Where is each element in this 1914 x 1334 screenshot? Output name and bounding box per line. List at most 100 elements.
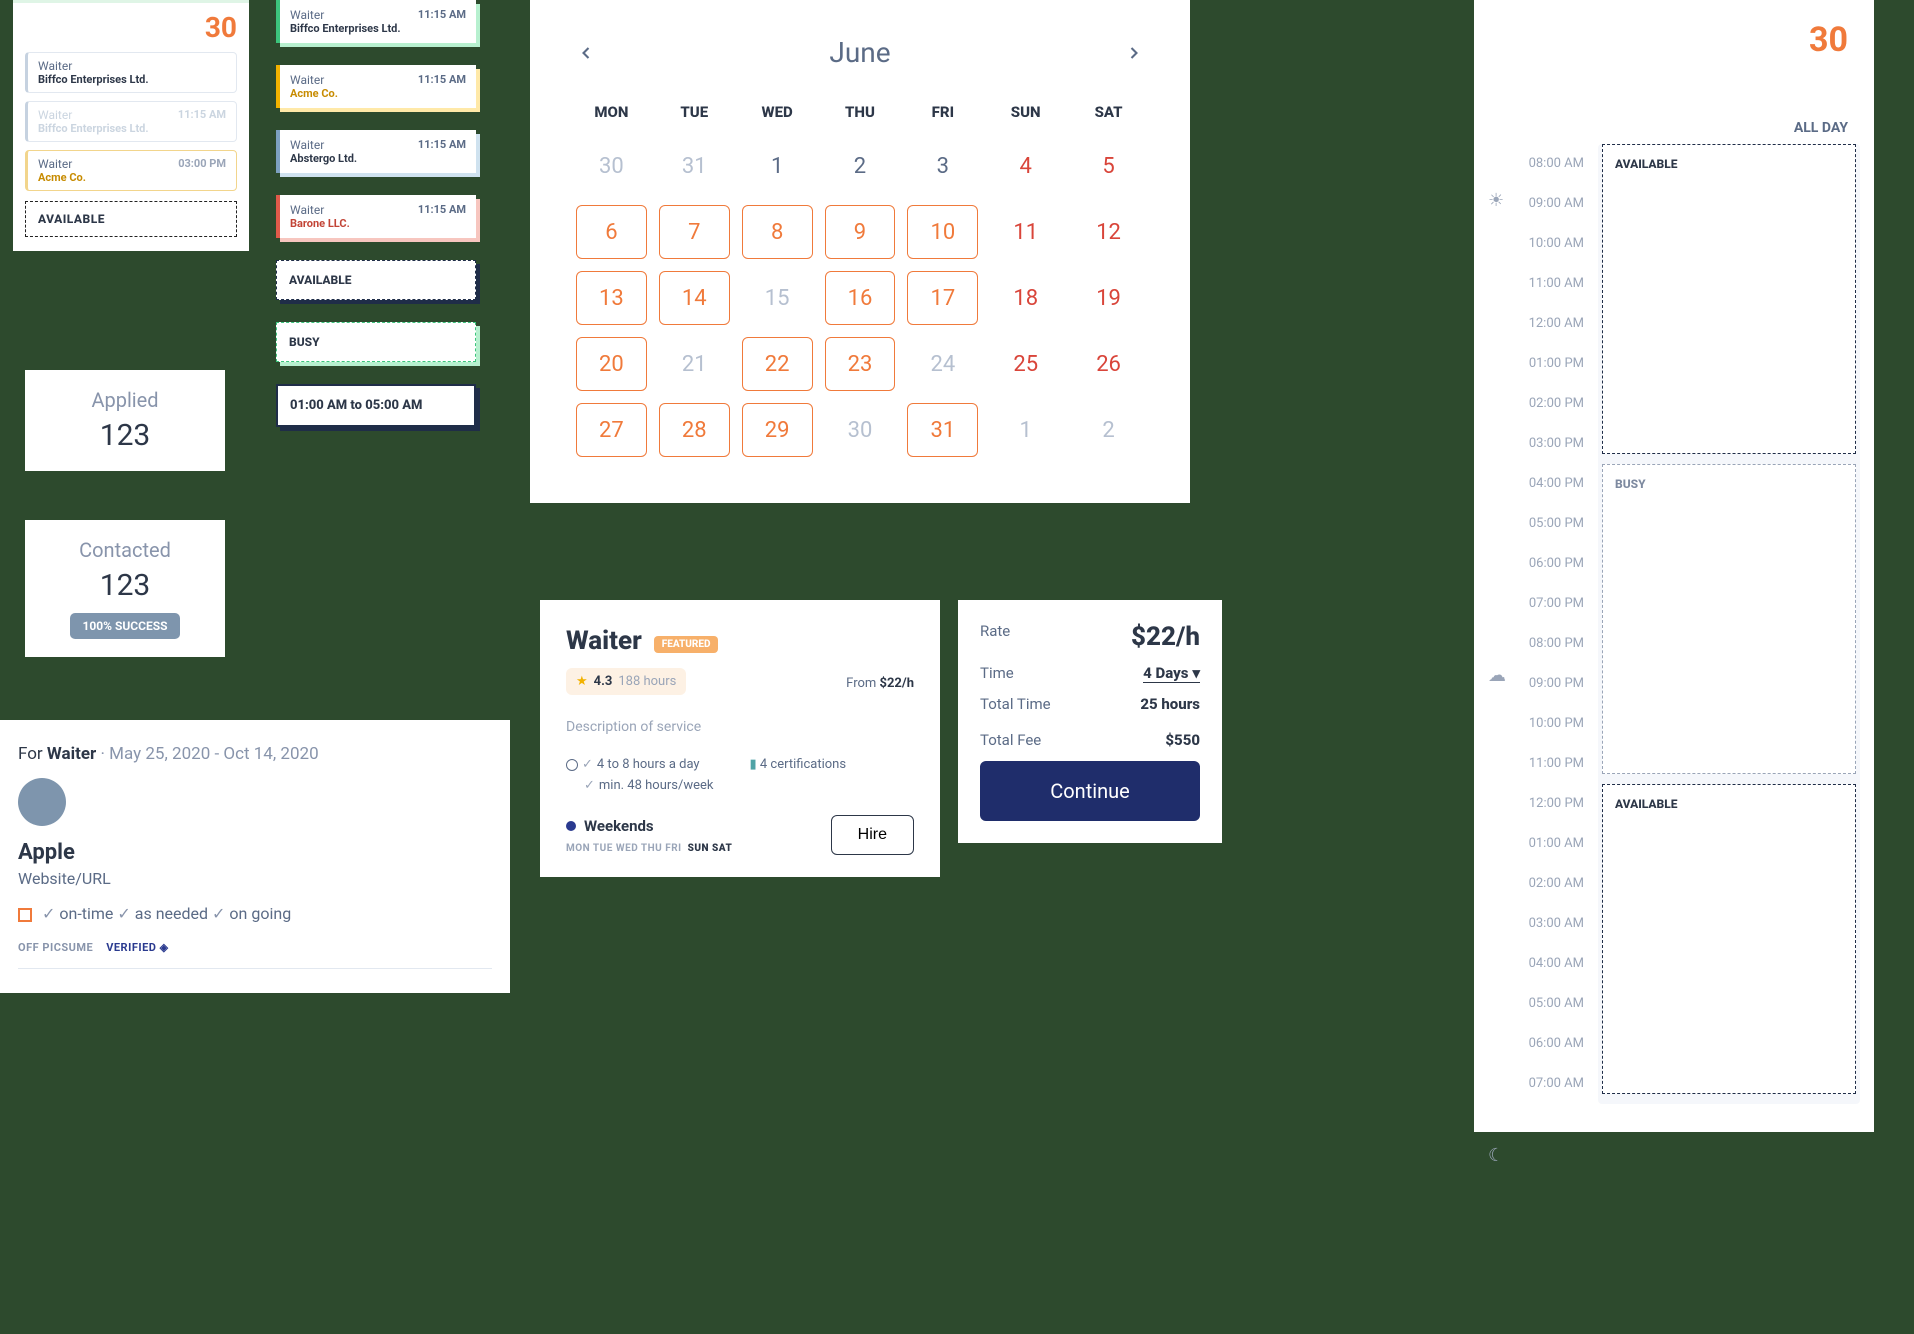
kpi-value: 123 [49,418,201,453]
featured-badge: FEATURED [654,636,719,653]
rate-value: $22/h [1131,622,1200,652]
chevron-down-icon: ▾ [1192,664,1200,682]
calendar-day[interactable]: 30 [825,403,896,457]
calendar-day[interactable]: 22 [742,337,813,391]
for-label: For [18,744,47,764]
calendar-day[interactable]: 1 [742,139,813,193]
total-time-label: Total Time [980,695,1051,713]
date-range: May 25, 2020 - Oct 14, 2020 [109,744,319,764]
slot-time: 11:15 AM [418,8,466,35]
calendar-day[interactable]: 5 [1073,139,1144,193]
calendar-day[interactable]: 24 [907,337,978,391]
slot-role: Waiter [38,157,86,171]
time-label: Time [980,664,1014,683]
calendar-day[interactable]: 14 [659,271,730,325]
calendar-day[interactable]: 31 [907,403,978,457]
dow-mini: MON TUE WED THU FRI SUN SAT [566,843,732,854]
shift-slot[interactable]: WaiterAbstergo Ltd. 11:15 AM [276,130,476,173]
time-label: 11:00 AM [1488,264,1584,304]
slot-company: Biffco Enterprises Ltd. [38,73,149,86]
shift-slot[interactable]: Waiter Biffco Enterprises Ltd. 11:15 AM [25,101,237,142]
hire-button[interactable]: Hire [831,815,914,855]
busy-block[interactable]: BUSY [1602,464,1856,774]
calendar-day[interactable]: 9 [825,205,896,259]
calendar-day[interactable]: 23 [825,337,896,391]
verified-text: VERIFIED [106,941,156,954]
chevron-left-icon[interactable] [576,43,596,63]
time-label: 04:00 AM [1488,944,1584,984]
calendar-day[interactable]: 28 [659,403,730,457]
calendar-day[interactable]: 4 [990,139,1061,193]
slot-role: Waiter [290,73,338,87]
time-dropdown[interactable]: 4 Days ▾ [1143,664,1200,683]
calendar-day[interactable]: 6 [576,205,647,259]
shift-slot[interactable]: Waiter Acme Co. 03:00 PM [25,150,237,191]
continue-button[interactable]: Continue [980,761,1200,821]
calendar-day[interactable]: 7 [659,205,730,259]
busy-block[interactable]: BUSY [276,322,476,362]
calendar-day[interactable]: 2 [825,139,896,193]
meta-certifications: 4 certifications [760,757,846,772]
calendar-day[interactable]: 10 [907,205,978,259]
avatar[interactable] [18,778,66,826]
calendar-day[interactable]: 16 [825,271,896,325]
slot-company: Acme Co. [290,87,338,100]
day-schedule-column[interactable]: AVAILABLE BUSY AVAILABLE [1598,144,1860,1104]
calendar-day[interactable]: 29 [742,403,813,457]
time-range-block[interactable]: 01:00 AM to 05:00 AM [276,384,476,427]
calendar-day[interactable]: 13 [576,271,647,325]
time-label: 02:00 AM [1488,864,1584,904]
kpi-label: Applied [49,388,201,412]
calendar-day[interactable]: 19 [1073,271,1144,325]
tag: on-time [42,904,113,923]
available-block[interactable]: AVAILABLE [1602,144,1856,454]
shift-slot[interactable]: WaiterBarone LLC. 11:15 AM [276,195,476,238]
calendar-day[interactable]: 18 [990,271,1061,325]
calendar-day[interactable]: 11 [990,205,1061,259]
calendar-dow: THU [825,103,896,121]
slot-time: 11:15 AM [418,203,466,230]
calendar-dow: SAT [1073,103,1144,121]
available-block[interactable]: AVAILABLE [25,201,237,237]
calendar-day[interactable]: 15 [742,271,813,325]
slot-time: 11:15 AM [418,73,466,100]
shift-slot[interactable]: Waiter Biffco Enterprises Ltd. [25,52,237,93]
hours-value: 188 hours [618,674,676,689]
calendar-day[interactable]: 8 [742,205,813,259]
calendar-day[interactable]: 25 [990,337,1061,391]
calendar-card: June MONTUEWEDTHUFRISUNSAT 3031123456789… [530,0,1190,503]
available-block[interactable]: AVAILABLE [276,260,476,300]
time-label: 03:00 AM [1488,904,1584,944]
time-label: 06:00 AM [1488,1024,1584,1064]
day-number: 30 [25,11,237,44]
calendar-day[interactable]: 12 [1073,205,1144,259]
calendar-day[interactable]: 17 [907,271,978,325]
time-label: 01:00 PM [1488,344,1584,384]
calendar-day[interactable]: 3 [907,139,978,193]
chevron-right-icon[interactable] [1124,43,1144,63]
slot-role: Waiter [290,8,401,22]
calendar-day[interactable]: 31 [659,139,730,193]
slot-role: Waiter [290,138,357,152]
profile-role: Waiter [47,744,96,764]
total-time-value: 25 hours [1140,695,1200,713]
calendar-day[interactable]: 21 [659,337,730,391]
verification-line: OFF PICSUME VERIFIED ◈ [18,941,492,954]
shift-slot[interactable]: WaiterAcme Co. 11:15 AM [276,65,476,108]
calendar-day[interactable]: 20 [576,337,647,391]
slot-time: 11:15 AM [178,108,226,135]
shift-slot[interactable]: WaiterBiffco Enterprises Ltd. 11:15 AM [276,0,476,43]
available-block[interactable]: AVAILABLE [1602,784,1856,1094]
calendar-day[interactable]: 1 [990,403,1061,457]
website-link[interactable]: Website/URL [18,869,492,888]
calendar-day[interactable]: 30 [576,139,647,193]
rating-pill: ★ 4.3 188 hours [566,668,686,695]
calendar-dow: MON [576,103,647,121]
calendar-day[interactable]: 27 [576,403,647,457]
calendar-day[interactable]: 26 [1073,337,1144,391]
calendar-dow: TUE [659,103,730,121]
calendar-dow: FRI [907,103,978,121]
time-label: 02:00 PM [1488,384,1584,424]
time-label: 10:00 AM [1488,224,1584,264]
calendar-day[interactable]: 2 [1073,403,1144,457]
